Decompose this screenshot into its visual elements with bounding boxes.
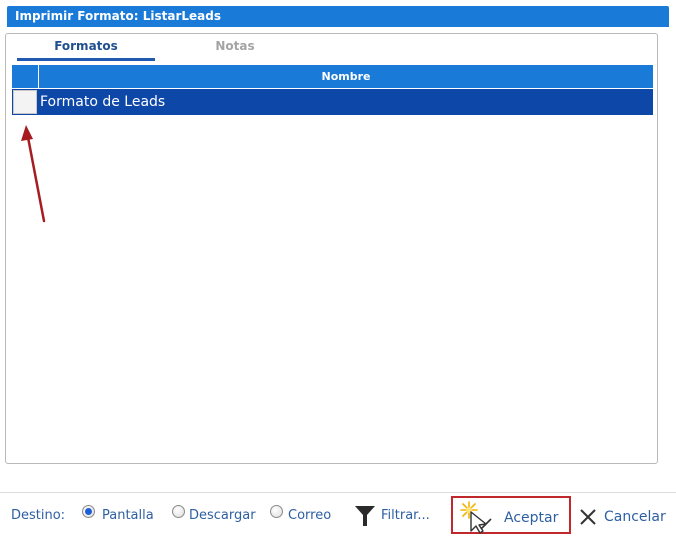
radio-descargar-label[interactable]: Descargar: [189, 508, 256, 523]
annotation-arrow: [21, 125, 46, 223]
filter-icon[interactable]: [354, 504, 376, 528]
destino-label: Destino:: [11, 508, 66, 523]
column-header-nombre[interactable]: Nombre: [39, 65, 653, 88]
accept-button-label: Aceptar: [504, 510, 559, 526]
footer-toolbar: Destino: Pantalla Descargar Correo Filtr…: [0, 496, 676, 537]
tab-formatos[interactable]: Formatos: [17, 39, 155, 61]
format-panel: Formatos Notas Nombre Formato de Leads: [5, 33, 658, 464]
tab-notas[interactable]: Notas: [166, 39, 304, 58]
radio-correo-label[interactable]: Correo: [288, 508, 331, 523]
row-select-checkbox[interactable]: [13, 90, 37, 114]
row-name: Formato de Leads: [40, 94, 166, 110]
filter-button[interactable]: Filtrar...: [381, 508, 430, 523]
accept-button[interactable]: Aceptar: [451, 496, 571, 534]
radio-pantalla-label[interactable]: Pantalla: [102, 508, 154, 523]
select-column-header: [12, 65, 39, 88]
radio-pantalla[interactable]: [82, 505, 95, 518]
radio-correo[interactable]: [270, 505, 283, 518]
cursor-sparkle-icon: [460, 501, 492, 534]
dialog-title: Imprimir Formato: ListarLeads: [15, 9, 222, 23]
dialog-title-bar: Imprimir Formato: ListarLeads: [7, 6, 669, 27]
radio-descargar[interactable]: [172, 505, 185, 518]
footer-divider: [0, 492, 676, 493]
cancel-button[interactable]: Cancelar: [604, 509, 666, 525]
close-icon[interactable]: [579, 508, 597, 526]
table-row[interactable]: Formato de Leads: [12, 89, 653, 115]
grid-header: Nombre: [12, 65, 653, 88]
tab-bar: Formatos Notas: [6, 34, 657, 61]
